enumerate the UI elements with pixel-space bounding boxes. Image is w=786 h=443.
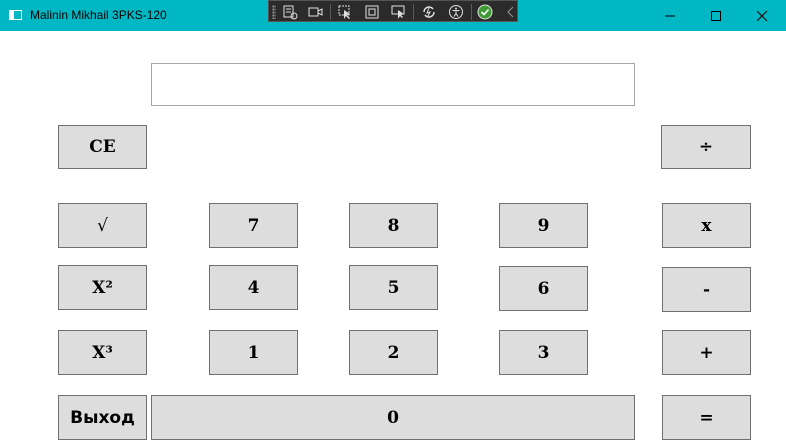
digit-5-button[interactable]: 5	[349, 265, 438, 310]
collapse-chevron-icon[interactable]	[503, 4, 519, 20]
digit-4-button[interactable]: 4	[209, 265, 298, 310]
square-root-button[interactable]: √	[58, 203, 147, 248]
app-icon	[9, 10, 22, 20]
digit-7-button[interactable]: 7	[209, 203, 298, 248]
minimize-icon	[665, 15, 675, 17]
minus-button[interactable]: -	[662, 267, 751, 312]
title-bar[interactable]: Malinin Mikhail 3PKS-120	[0, 0, 786, 31]
plus-button[interactable]: +	[662, 330, 751, 375]
track-focused-element-icon[interactable]	[390, 4, 406, 20]
display-layout-adorners-icon[interactable]	[364, 4, 380, 20]
binding-failures-ok-icon[interactable]	[477, 4, 493, 20]
minimize-button[interactable]	[647, 0, 693, 31]
digit-6-button[interactable]: 6	[499, 266, 588, 311]
hot-reload-icon[interactable]	[421, 4, 437, 20]
maximize-icon	[711, 11, 721, 21]
equals-button[interactable]: =	[662, 395, 751, 440]
exit-button[interactable]: Выход	[58, 395, 147, 440]
multiply-button[interactable]: x	[662, 203, 751, 248]
select-element-icon[interactable]	[337, 4, 353, 20]
accessibility-checker-icon[interactable]	[448, 4, 464, 20]
maximize-button[interactable]	[693, 0, 739, 31]
digit-1-button[interactable]: 1	[209, 330, 298, 375]
toolbar-separator	[413, 4, 414, 20]
recording-icon[interactable]	[307, 4, 323, 20]
digit-9-button[interactable]: 9	[499, 203, 588, 248]
toolbar-grip-icon[interactable]	[272, 5, 276, 19]
digit-8-button[interactable]: 8	[349, 203, 438, 248]
digit-0-button[interactable]: 0	[151, 395, 635, 440]
square-button[interactable]: X²	[58, 265, 147, 310]
live-visual-tree-icon[interactable]	[282, 4, 298, 20]
window-title: Malinin Mikhail 3PKS-120	[30, 8, 167, 22]
digit-2-button[interactable]: 2	[349, 330, 438, 375]
toolbar-separator	[330, 4, 331, 20]
toolbar-separator	[471, 4, 472, 20]
digit-3-button[interactable]: 3	[499, 330, 588, 375]
clear-entry-button[interactable]: CE	[58, 125, 147, 169]
xaml-debug-toolbar	[268, 0, 518, 22]
cube-button[interactable]: X³	[58, 330, 147, 375]
calculator-display[interactable]	[151, 63, 635, 106]
divide-button[interactable]: ÷	[661, 125, 751, 169]
close-button[interactable]	[739, 0, 785, 31]
close-icon	[756, 10, 768, 22]
